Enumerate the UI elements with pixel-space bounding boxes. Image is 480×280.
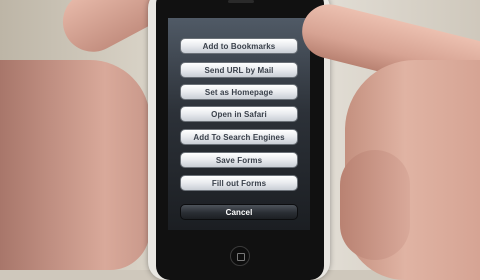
- save-forms-button[interactable]: Save Forms: [180, 152, 298, 168]
- send-url-by-mail-button[interactable]: Send URL by Mail: [180, 62, 298, 78]
- fill-out-forms-button[interactable]: Fill out Forms: [180, 175, 298, 191]
- set-as-homepage-button[interactable]: Set as Homepage: [180, 84, 298, 100]
- phone-screen: Add to Bookmarks Send URL by Mail Set as…: [168, 18, 310, 230]
- add-to-bookmarks-button[interactable]: Add to Bookmarks: [180, 38, 298, 54]
- left-hand: [0, 60, 150, 270]
- add-to-search-engines-button[interactable]: Add To Search Engines: [180, 129, 298, 145]
- cancel-button[interactable]: Cancel: [180, 204, 298, 220]
- earpiece-speaker: [228, 0, 254, 3]
- open-in-safari-button[interactable]: Open in Safari: [180, 106, 298, 122]
- home-button-icon[interactable]: [230, 246, 250, 266]
- right-thumb: [340, 150, 410, 260]
